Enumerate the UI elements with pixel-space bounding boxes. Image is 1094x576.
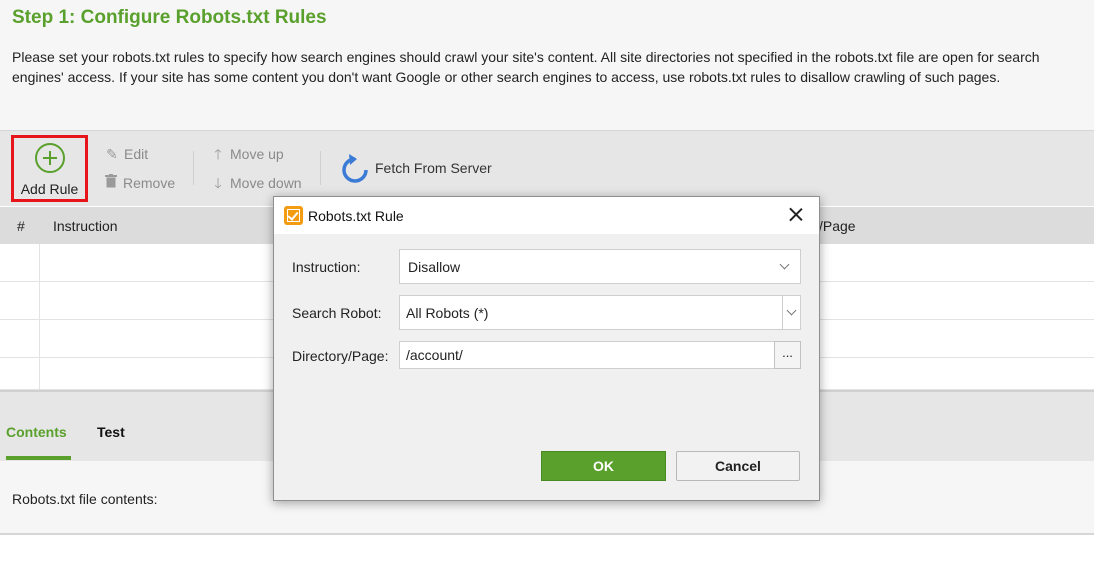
- column-instruction: Instruction: [53, 218, 118, 234]
- dialog-app-icon: [284, 206, 303, 225]
- contents-label: Robots.txt file contents:: [12, 491, 158, 507]
- toolbar: Add Rule ✎ Edit Remove 🡑 Move up 🡓 Move dow…: [0, 130, 1094, 206]
- toolbar-divider: [193, 151, 194, 185]
- pencil-icon: ✎: [106, 146, 118, 162]
- tab-test[interactable]: Test: [97, 424, 125, 440]
- intro-description: Please set your robots.txt rules to spec…: [12, 49, 1040, 85]
- search-robot-label: Search Robot:: [292, 305, 382, 321]
- arrow-down-icon: 🡓: [214, 175, 222, 191]
- refresh-icon: [342, 154, 368, 183]
- chevron-down-icon[interactable]: [786, 305, 797, 316]
- instruction-label: Instruction:: [292, 259, 361, 275]
- remove-button[interactable]: Remove: [103, 174, 175, 192]
- page-title: Step 1: Configure Robots.txt Rules: [12, 7, 327, 28]
- directory-page-label: Directory/Page:: [292, 348, 389, 364]
- close-icon[interactable]: [784, 203, 808, 227]
- move-up-label: Move up: [230, 146, 284, 162]
- column-directory-page: /Page: [819, 218, 856, 234]
- move-up-button[interactable]: 🡑 Move up: [210, 145, 284, 163]
- row-number-cell: [0, 320, 40, 358]
- instruction-value: Disallow: [408, 259, 461, 275]
- fetch-label: Fetch From Server: [375, 160, 492, 176]
- column-number: #: [17, 218, 25, 234]
- edit-label: Edit: [124, 146, 149, 162]
- active-tab-indicator: [6, 456, 71, 460]
- search-robot-select[interactable]: All Robots (*): [399, 295, 801, 330]
- remove-label: Remove: [123, 175, 176, 191]
- ok-button[interactable]: OK: [541, 451, 666, 481]
- toolbar-divider: [320, 151, 321, 185]
- dialog-titlebar: Robots.txt Rule: [274, 197, 819, 234]
- search-robot-value: All Robots (*): [406, 305, 489, 321]
- add-rule-label: Add Rule: [20, 181, 79, 197]
- instruction-select[interactable]: Disallow: [399, 249, 801, 284]
- select-divider: [782, 296, 783, 329]
- browse-button[interactable]: ...: [774, 341, 801, 369]
- edit-button[interactable]: ✎ Edit: [104, 145, 148, 163]
- move-down-button[interactable]: 🡓 Move down: [210, 174, 302, 192]
- robots-txt-page: Step 1: Configure Robots.txt Rules Pleas…: [0, 0, 1094, 576]
- row-number-cell: [0, 358, 40, 390]
- cancel-button[interactable]: Cancel: [676, 451, 800, 481]
- move-down-label: Move down: [230, 175, 302, 191]
- row-number-cell: [0, 282, 40, 320]
- robots-rule-dialog: Robots.txt Rule Instruction: Disallow Se…: [273, 196, 820, 501]
- arrow-up-icon: 🡑: [214, 146, 222, 162]
- trash-icon: [103, 174, 119, 192]
- tab-contents[interactable]: Contents: [6, 424, 67, 440]
- add-rule-button[interactable]: Add Rule: [11, 135, 88, 202]
- plus-circle-icon: [35, 143, 65, 173]
- row-number-cell: [0, 244, 40, 282]
- directory-page-input[interactable]: [399, 341, 775, 369]
- intro-section: Step 1: Configure Robots.txt Rules Pleas…: [0, 0, 1094, 130]
- chevron-down-icon: [779, 259, 790, 270]
- dialog-title: Robots.txt Rule: [308, 208, 404, 224]
